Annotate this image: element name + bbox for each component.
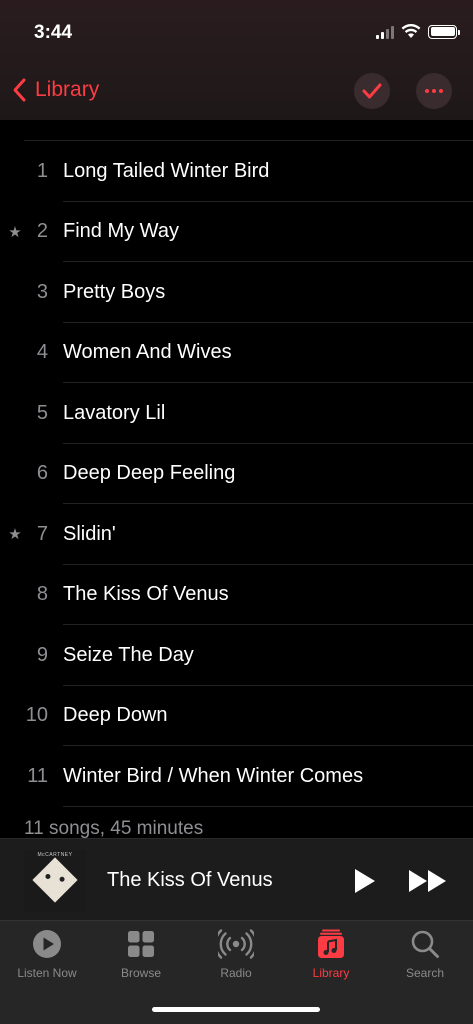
track-row[interactable]: 6 Deep Deep Feeling: [0, 444, 473, 504]
track-row[interactable]: 11 Winter Bird / When Winter Comes: [0, 746, 473, 807]
track-title: Winter Bird / When Winter Comes: [63, 764, 364, 787]
track-title: Seize The Day: [63, 643, 194, 666]
track-number: 11: [27, 764, 48, 787]
now-playing-title[interactable]: The Kiss Of Venus: [107, 869, 273, 892]
track-title: Women And Wives: [63, 341, 232, 364]
track-title: The Kiss Of Venus: [63, 583, 229, 606]
track-number: 3: [36, 280, 48, 303]
track-row[interactable]: 5 Lavatory Lil: [0, 383, 473, 444]
play-circle-icon: [33, 930, 61, 958]
mini-player[interactable]: McCARTNEY The Kiss Of Venus: [0, 838, 473, 920]
track-row[interactable]: 8 The Kiss Of Venus: [0, 565, 473, 625]
track-number: 10: [25, 704, 48, 727]
add-to-library-button[interactable]: [354, 73, 390, 109]
navbar: Library: [0, 64, 473, 120]
tab-label: Library: [312, 966, 350, 980]
back-button[interactable]: Library: [10, 76, 99, 104]
track-row[interactable]: 3 Pretty Boys: [0, 262, 473, 323]
tab-label: Browse: [120, 966, 161, 980]
track-number: 6: [36, 462, 48, 485]
ellipsis-icon: [425, 89, 443, 93]
back-label: Library: [35, 78, 100, 101]
track-title: Find My Way: [63, 220, 179, 243]
tab-listen-now[interactable]: Listen Now: [0, 927, 94, 987]
track-number: 9: [36, 643, 48, 666]
search-icon: [411, 930, 439, 958]
fast-forward-icon[interactable]: [408, 868, 448, 894]
home-indicator[interactable]: [152, 1007, 320, 1012]
track-number: 2: [36, 220, 48, 243]
track-row[interactable]: 10 Deep Down: [0, 686, 473, 746]
track-title: Deep Down: [63, 704, 168, 727]
cellular-signal-icon: [376, 25, 394, 39]
radio-waves-icon: [218, 929, 254, 959]
track-number: 1: [36, 159, 48, 182]
tab-search[interactable]: Search: [378, 927, 472, 987]
track-number: 7: [36, 522, 48, 545]
tab-library[interactable]: Library: [284, 927, 378, 987]
battery-icon: [428, 24, 460, 39]
track-row[interactable]: 9 Seize The Day: [0, 625, 473, 686]
track-title: Lavatory Lil: [63, 401, 166, 424]
track-row[interactable]: ★ 2 Find My Way: [0, 202, 473, 262]
album-artwork[interactable]: McCARTNEY: [24, 850, 86, 912]
track-row[interactable]: 4 Women And Wives: [0, 323, 473, 383]
wifi-icon: [401, 24, 421, 38]
status-time: 3:44: [34, 22, 73, 43]
track-title: Deep Deep Feeling: [63, 462, 236, 485]
checkmark-icon: [362, 83, 382, 99]
tab-label: Radio: [220, 966, 252, 980]
grid-icon: [128, 931, 154, 957]
track-title: Slidin': [63, 522, 116, 545]
status-icons: [376, 24, 460, 39]
track-title: Long Tailed Winter Bird: [63, 159, 270, 182]
album-art-dice: [32, 857, 78, 903]
header: 3:44 Library: [0, 0, 473, 120]
track-number: 8: [36, 583, 48, 606]
tab-radio[interactable]: Radio: [189, 927, 283, 987]
track-row[interactable]: 1 Long Tailed Winter Bird: [0, 141, 473, 202]
status-bar: 3:44: [0, 0, 473, 64]
music-library-icon: [318, 929, 344, 958]
tab-label: Search: [405, 966, 445, 980]
track-title: Pretty Boys: [63, 280, 166, 303]
album-summary: 11 songs, 45 minutes: [24, 818, 204, 839]
track-number: 4: [36, 341, 48, 364]
play-icon[interactable]: [353, 868, 377, 894]
more-options-button[interactable]: [416, 73, 452, 109]
track-row[interactable]: ★ 7 Slidin': [0, 504, 473, 565]
tab-label: Listen Now: [17, 966, 77, 980]
tab-browse[interactable]: Browse: [94, 927, 188, 987]
chevron-left-icon: [13, 78, 26, 102]
track-number: 5: [36, 401, 48, 424]
